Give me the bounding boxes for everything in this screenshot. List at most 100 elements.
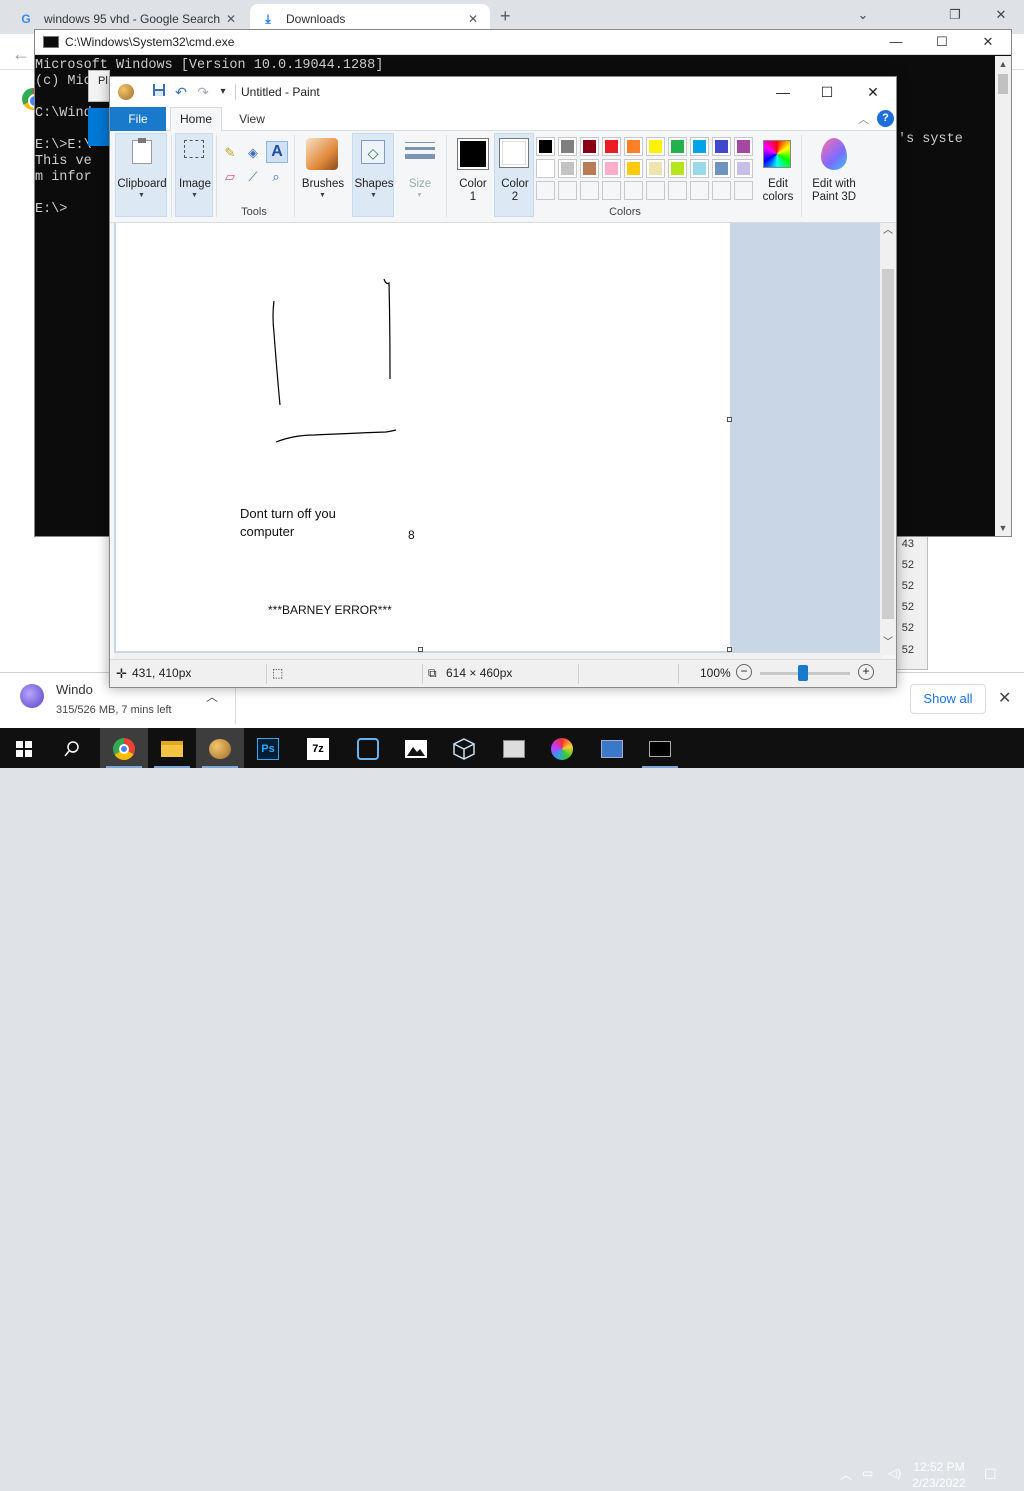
customize-quick-access-icon[interactable]: ▾	[214, 83, 232, 101]
shapes-button[interactable]: ◇ Shapes ▼	[352, 133, 394, 217]
tab-file[interactable]: File	[110, 107, 166, 131]
volume-icon[interactable]: ◁)	[888, 1466, 901, 1480]
palette-swatch[interactable]	[690, 159, 709, 178]
scroll-thumb[interactable]	[998, 74, 1008, 94]
palette-swatch[interactable]	[646, 159, 665, 178]
resize-handle-corner[interactable]	[727, 647, 732, 652]
palette-swatch[interactable]	[602, 137, 621, 156]
paint-close-button[interactable]: ✕	[850, 81, 896, 103]
paint-maximize-button[interactable]: ☐	[804, 81, 850, 103]
collapse-ribbon-icon[interactable]: ︿	[858, 111, 869, 127]
palette-swatch[interactable]	[668, 181, 687, 200]
tab-home[interactable]: Home	[170, 107, 222, 132]
tab-close-icon[interactable]: ✕	[466, 12, 480, 26]
palette-swatch[interactable]	[668, 159, 687, 178]
taskbar-paint[interactable]	[196, 728, 244, 768]
palette-swatch[interactable]	[734, 181, 753, 200]
clipboard-button[interactable]: Clipboard ▼	[115, 133, 167, 217]
chrome-close-button[interactable]: ✕	[978, 4, 1024, 26]
cmd-titlebar[interactable]: C:\Windows\System32\cmd.exe — ☐ ✕	[35, 30, 1011, 55]
palette-swatch[interactable]	[624, 137, 643, 156]
palette-swatch[interactable]	[536, 137, 555, 156]
taskbar-7zip[interactable]: 7z	[294, 728, 342, 768]
palette-swatch[interactable]	[624, 181, 643, 200]
palette-swatch[interactable]	[712, 159, 731, 178]
cmd-scrollbar[interactable]: ▲ ▼	[995, 56, 1011, 536]
drawing-canvas[interactable]: Dont turn off you computer 8 ***BARNEY E…	[116, 223, 730, 651]
redo-icon[interactable]: ↷	[194, 83, 212, 101]
scroll-up-icon[interactable]: ▲	[995, 56, 1011, 72]
image-button[interactable]: Image ▼	[175, 133, 213, 217]
palette-swatch[interactable]	[580, 137, 599, 156]
save-icon[interactable]	[150, 83, 168, 101]
palette-swatch[interactable]	[536, 159, 555, 178]
resize-handle-bottom[interactable]	[418, 647, 423, 652]
clock[interactable]: 12:52 PM 2/23/2022	[908, 1459, 970, 1491]
scroll-up-icon[interactable]: ︿	[880, 223, 896, 239]
palette-swatch[interactable]	[602, 181, 621, 200]
cmd-minimize-button[interactable]: —	[873, 30, 919, 54]
palette-swatch[interactable]	[624, 159, 643, 178]
palette-swatch[interactable]	[690, 137, 709, 156]
taskbar-chrome[interactable]	[100, 728, 148, 768]
color1-button[interactable]: Color 1	[452, 133, 492, 217]
palette-swatch[interactable]	[580, 159, 599, 178]
tray-chevron-icon[interactable]: ︿	[840, 1466, 852, 1483]
taskbar-cmd[interactable]	[636, 728, 684, 768]
new-tab-button[interactable]: +	[500, 6, 511, 27]
notification-icon[interactable]: ☐	[984, 1466, 997, 1483]
search-button[interactable]	[48, 728, 96, 768]
palette-swatch[interactable]	[712, 137, 731, 156]
network-icon[interactable]: ▭	[862, 1466, 873, 1480]
palette-swatch[interactable]	[646, 181, 665, 200]
edit-with-paint3d-button[interactable]: Edit with Paint 3D	[806, 133, 860, 217]
palette-swatch[interactable]	[734, 159, 753, 178]
edit-colors-button[interactable]: Edit colors	[756, 133, 798, 217]
palette-swatch[interactable]	[558, 181, 577, 200]
zoom-in-button[interactable]: +	[858, 664, 874, 680]
taskbar-app-paint-palette[interactable]	[538, 728, 586, 768]
color-picker-icon[interactable]: ⟋	[243, 167, 263, 187]
paint-titlebar[interactable]: ↶ ↷ ▾ Untitled - Paint — ☐ ✕	[110, 77, 896, 107]
palette-swatch[interactable]	[690, 181, 709, 200]
paint-app-icon[interactable]	[118, 84, 134, 100]
palette-swatch[interactable]	[602, 159, 621, 178]
palette-swatch[interactable]	[558, 137, 577, 156]
help-icon[interactable]: ?	[877, 110, 894, 127]
zoom-out-button[interactable]: −	[736, 664, 752, 680]
taskbar-app-network[interactable]	[490, 728, 538, 768]
taskbar-app-remote[interactable]	[588, 728, 636, 768]
chrome-minimize-button[interactable]: ⌄	[840, 4, 886, 26]
palette-swatch[interactable]	[580, 181, 599, 200]
magnifier-icon[interactable]: ⌕	[266, 167, 286, 187]
paint-minimize-button[interactable]: —	[760, 81, 806, 103]
resize-handle-right[interactable]	[727, 417, 732, 422]
start-button[interactable]	[0, 728, 48, 768]
chevron-up-icon[interactable]: ︿	[206, 688, 218, 705]
palette-swatch[interactable]	[558, 159, 577, 178]
tab-close-icon[interactable]: ✕	[224, 12, 238, 26]
color2-button[interactable]: Color 2	[494, 133, 534, 217]
size-button[interactable]: Size ▼	[398, 133, 440, 217]
palette-swatch[interactable]	[646, 137, 665, 156]
scroll-down-icon[interactable]: ▼	[995, 520, 1011, 536]
tab-view[interactable]: View	[228, 107, 276, 131]
scroll-thumb[interactable]	[882, 269, 894, 619]
brushes-button[interactable]: Brushes ▼	[298, 133, 346, 217]
vertical-scrollbar[interactable]: ︿ ﹀	[880, 223, 896, 655]
palette-swatch[interactable]	[668, 137, 687, 156]
undo-icon[interactable]: ↶	[172, 83, 190, 101]
show-all-button[interactable]: Show all	[910, 684, 986, 714]
fill-bucket-icon[interactable]: ◈	[243, 143, 263, 163]
cmd-maximize-button[interactable]: ☐	[919, 30, 965, 54]
paint-window[interactable]: ↶ ↷ ▾ Untitled - Paint — ☐ ✕ File Home V…	[109, 76, 897, 688]
chrome-restore-button[interactable]: ❐	[932, 4, 978, 26]
pencil-icon[interactable]: ✎	[220, 143, 240, 163]
palette-swatch[interactable]	[712, 181, 731, 200]
taskbar-virtualbox[interactable]	[440, 728, 488, 768]
taskbar-photos[interactable]	[392, 728, 440, 768]
eraser-icon[interactable]: ▱	[220, 167, 240, 187]
palette-swatch[interactable]	[734, 137, 753, 156]
scroll-down-icon[interactable]: ﹀	[880, 635, 896, 651]
back-arrow-icon[interactable]: ←	[12, 44, 30, 65]
